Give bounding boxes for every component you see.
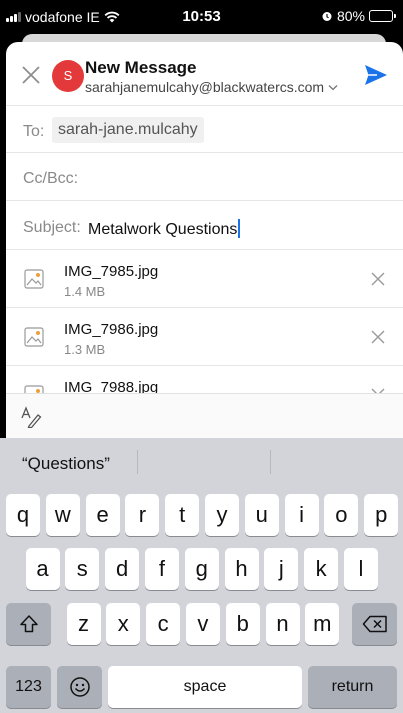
from-account-selector[interactable]: sarahjanemulcahy@blackwatercs.com [85,79,338,95]
key-e[interactable]: e [85,494,120,536]
key-k[interactable]: k [304,548,339,590]
to-field[interactable]: To: sarah-jane.mulcahy [6,107,403,153]
compose-title: New Message [85,58,197,77]
remove-attachment-icon[interactable] [370,329,386,345]
attachment-size: 1.3 MB [64,342,106,357]
battery-percent: 80% [336,8,365,24]
emoji-icon [69,677,90,697]
key-g[interactable]: g [184,548,219,590]
key-s[interactable]: s [65,548,100,590]
prediction-suggestion[interactable]: “Questions” [22,454,110,474]
subject-field[interactable]: Subject: Metalwork Questions [6,201,403,250]
key-m[interactable]: m [305,603,340,645]
key-h[interactable]: h [224,548,259,590]
close-icon[interactable] [20,64,42,86]
status-right: 80% [321,8,396,24]
chevron-down-icon [328,84,338,90]
attachment-name: IMG_7985.jpg [64,263,159,280]
alarm-icon [322,12,332,21]
key-v[interactable]: v [185,603,220,645]
key-i[interactable]: i [284,494,319,536]
key-o[interactable]: o [324,494,359,536]
key-a[interactable]: a [25,548,60,590]
subject-label: Subject: [23,219,81,236]
attachment-item[interactable]: IMG_7985.jpg 1.4 MB [6,250,403,308]
predictive-bar: “Questions” [0,438,403,486]
shift-icon [19,615,38,633]
recipient-chip[interactable]: sarah-jane.mulcahy [52,117,204,143]
key-z[interactable]: z [66,603,101,645]
key-x[interactable]: x [106,603,141,645]
text-format-icon[interactable] [20,406,42,428]
key-d[interactable]: d [105,548,140,590]
from-address: sarahjanemulcahy@blackwatercs.com [85,79,325,95]
image-file-icon [24,327,44,347]
cc-bcc-label: Cc/Bcc: [23,170,79,187]
key-f[interactable]: f [144,548,179,590]
key-u[interactable]: u [244,494,279,536]
text-cursor [238,219,241,238]
key-r[interactable]: r [125,494,160,536]
key-q[interactable]: q [6,494,40,536]
shift-key[interactable] [6,603,51,645]
attachment-name: IMG_7986.jpg [64,321,159,338]
formatting-toolbar [6,393,403,438]
attachment-size: 1.4 MB [64,284,106,299]
send-icon[interactable] [363,62,389,88]
subject-input[interactable]: Metalwork Questions [88,219,241,239]
ios-keyboard: “Questions” qwertyuiop asdfghjkl zxcvbnm… [0,438,403,713]
key-c[interactable]: c [146,603,181,645]
avatar: S [52,60,84,92]
attachment-item[interactable]: IMG_7986.jpg 1.3 MB [6,308,403,366]
key-w[interactable]: w [45,494,80,536]
space-key[interactable]: space [108,666,302,708]
key-t[interactable]: t [165,494,200,536]
status-bar: vodafone IE 10:53 80% [0,0,403,33]
subject-value: Metalwork Questions [88,221,238,238]
prediction-divider [137,450,138,474]
battery-icon [369,10,396,22]
key-b[interactable]: b [225,603,260,645]
key-l[interactable]: l [343,548,378,590]
backspace-icon [362,615,387,633]
key-p[interactable]: p [364,494,399,536]
numbers-key[interactable]: 123 [6,666,51,708]
to-label: To: [23,123,45,140]
return-key[interactable]: return [308,666,397,708]
image-file-icon [24,269,44,289]
emoji-key[interactable] [57,666,102,708]
delete-key[interactable] [352,603,397,645]
compose-header: S New Message sarahjanemulcahy@blackwate… [6,42,403,106]
key-y[interactable]: y [205,494,239,536]
remove-attachment-icon[interactable] [370,271,386,287]
prediction-divider [270,450,271,474]
cc-bcc-field[interactable]: Cc/Bcc: [6,153,403,201]
key-j[interactable]: j [264,548,299,590]
key-n[interactable]: n [265,603,300,645]
